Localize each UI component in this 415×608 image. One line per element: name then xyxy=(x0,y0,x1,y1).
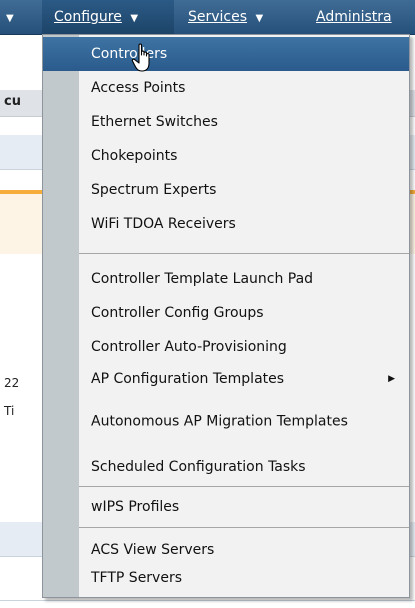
menu-item-label: WiFi TDOA Receivers xyxy=(91,216,236,232)
menu-item-label: Chokepoints xyxy=(91,148,178,164)
menu-separator xyxy=(79,253,409,254)
chevron-down-icon: ▼ xyxy=(255,13,264,24)
menu-item-label: Access Points xyxy=(91,80,186,96)
menu-item-label: Scheduled Configuration Tasks xyxy=(91,459,306,475)
menu-item-ap-configuration-templates[interactable]: AP Configuration Templates ▶ xyxy=(43,362,409,396)
menu-item-label: Controllers xyxy=(91,46,168,62)
menu-item-access-points[interactable]: Access Points xyxy=(43,71,409,105)
menu-item-autonomous-ap-migration-templates[interactable]: Autonomous AP Migration Templates xyxy=(43,396,409,448)
chevron-down-icon: ▼ xyxy=(6,13,14,24)
menu-item-label: wIPS Profiles xyxy=(91,499,180,515)
nav-administration-label: Administra xyxy=(316,9,392,25)
menu-item-label: Controller Config Groups xyxy=(91,305,264,321)
menu-item-label: Controller Template Launch Pad xyxy=(91,271,314,287)
nav-configure-menu[interactable]: Configure ▼ xyxy=(42,0,174,34)
background-ti-text: Ti xyxy=(4,404,15,418)
menu-item-label: Autonomous AP Migration Templates xyxy=(91,413,348,430)
background-header-text: cu xyxy=(4,94,21,109)
menu-item-spectrum-experts[interactable]: Spectrum Experts xyxy=(43,173,409,207)
nav-previous-menu-caret[interactable]: ▼ xyxy=(2,0,14,34)
nav-services-menu[interactable]: Services ▼ xyxy=(180,0,263,34)
top-nav-bar: ▼ Configure ▼ Services ▼ Administra xyxy=(0,0,415,35)
background-number-text: 22 xyxy=(4,376,20,390)
hand-cursor-icon xyxy=(131,43,150,72)
background-divider xyxy=(0,600,415,601)
menu-item-label: AP Configuration Templates xyxy=(91,371,285,387)
menu-item-chokepoints[interactable]: Chokepoints xyxy=(43,139,409,173)
menu-item-wips-profiles[interactable]: wIPS Profiles xyxy=(43,490,409,524)
menu-separator xyxy=(79,527,409,528)
menu-item-wifi-tdoa-receivers[interactable]: WiFi TDOA Receivers xyxy=(43,207,409,241)
configure-dropdown-menu: Controllers Access Points Ethernet Switc… xyxy=(42,34,410,598)
menu-item-ethernet-switches[interactable]: Ethernet Switches xyxy=(43,105,409,139)
menu-separator xyxy=(79,486,409,487)
menu-item-controllers[interactable]: Controllers xyxy=(43,37,409,71)
menu-item-controller-config-groups[interactable]: Controller Config Groups xyxy=(43,296,409,330)
chevron-down-icon: ▼ xyxy=(130,13,139,24)
menu-item-controller-template-launch-pad[interactable]: Controller Template Launch Pad xyxy=(43,262,409,296)
menu-item-label: Spectrum Experts xyxy=(91,182,217,198)
submenu-arrow-icon: ▶ xyxy=(388,374,395,384)
nav-services-label: Services xyxy=(188,9,248,25)
menu-item-label: ACS View Servers xyxy=(91,542,215,558)
menu-item-label: TFTP Servers xyxy=(91,570,183,586)
nav-configure-label: Configure xyxy=(54,9,122,25)
page: ▼ Configure ▼ Services ▼ Administra cu 2… xyxy=(0,0,415,608)
menu-item-controller-auto-provisioning[interactable]: Controller Auto-Provisioning xyxy=(43,330,409,364)
menu-item-scheduled-configuration-tasks[interactable]: Scheduled Configuration Tasks xyxy=(43,450,409,484)
menu-item-tftp-servers[interactable]: TFTP Servers xyxy=(43,561,409,595)
menu-item-label: Controller Auto-Provisioning xyxy=(91,339,287,355)
nav-administration-menu[interactable]: Administra xyxy=(306,0,392,34)
menu-item-label: Ethernet Switches xyxy=(91,114,218,130)
